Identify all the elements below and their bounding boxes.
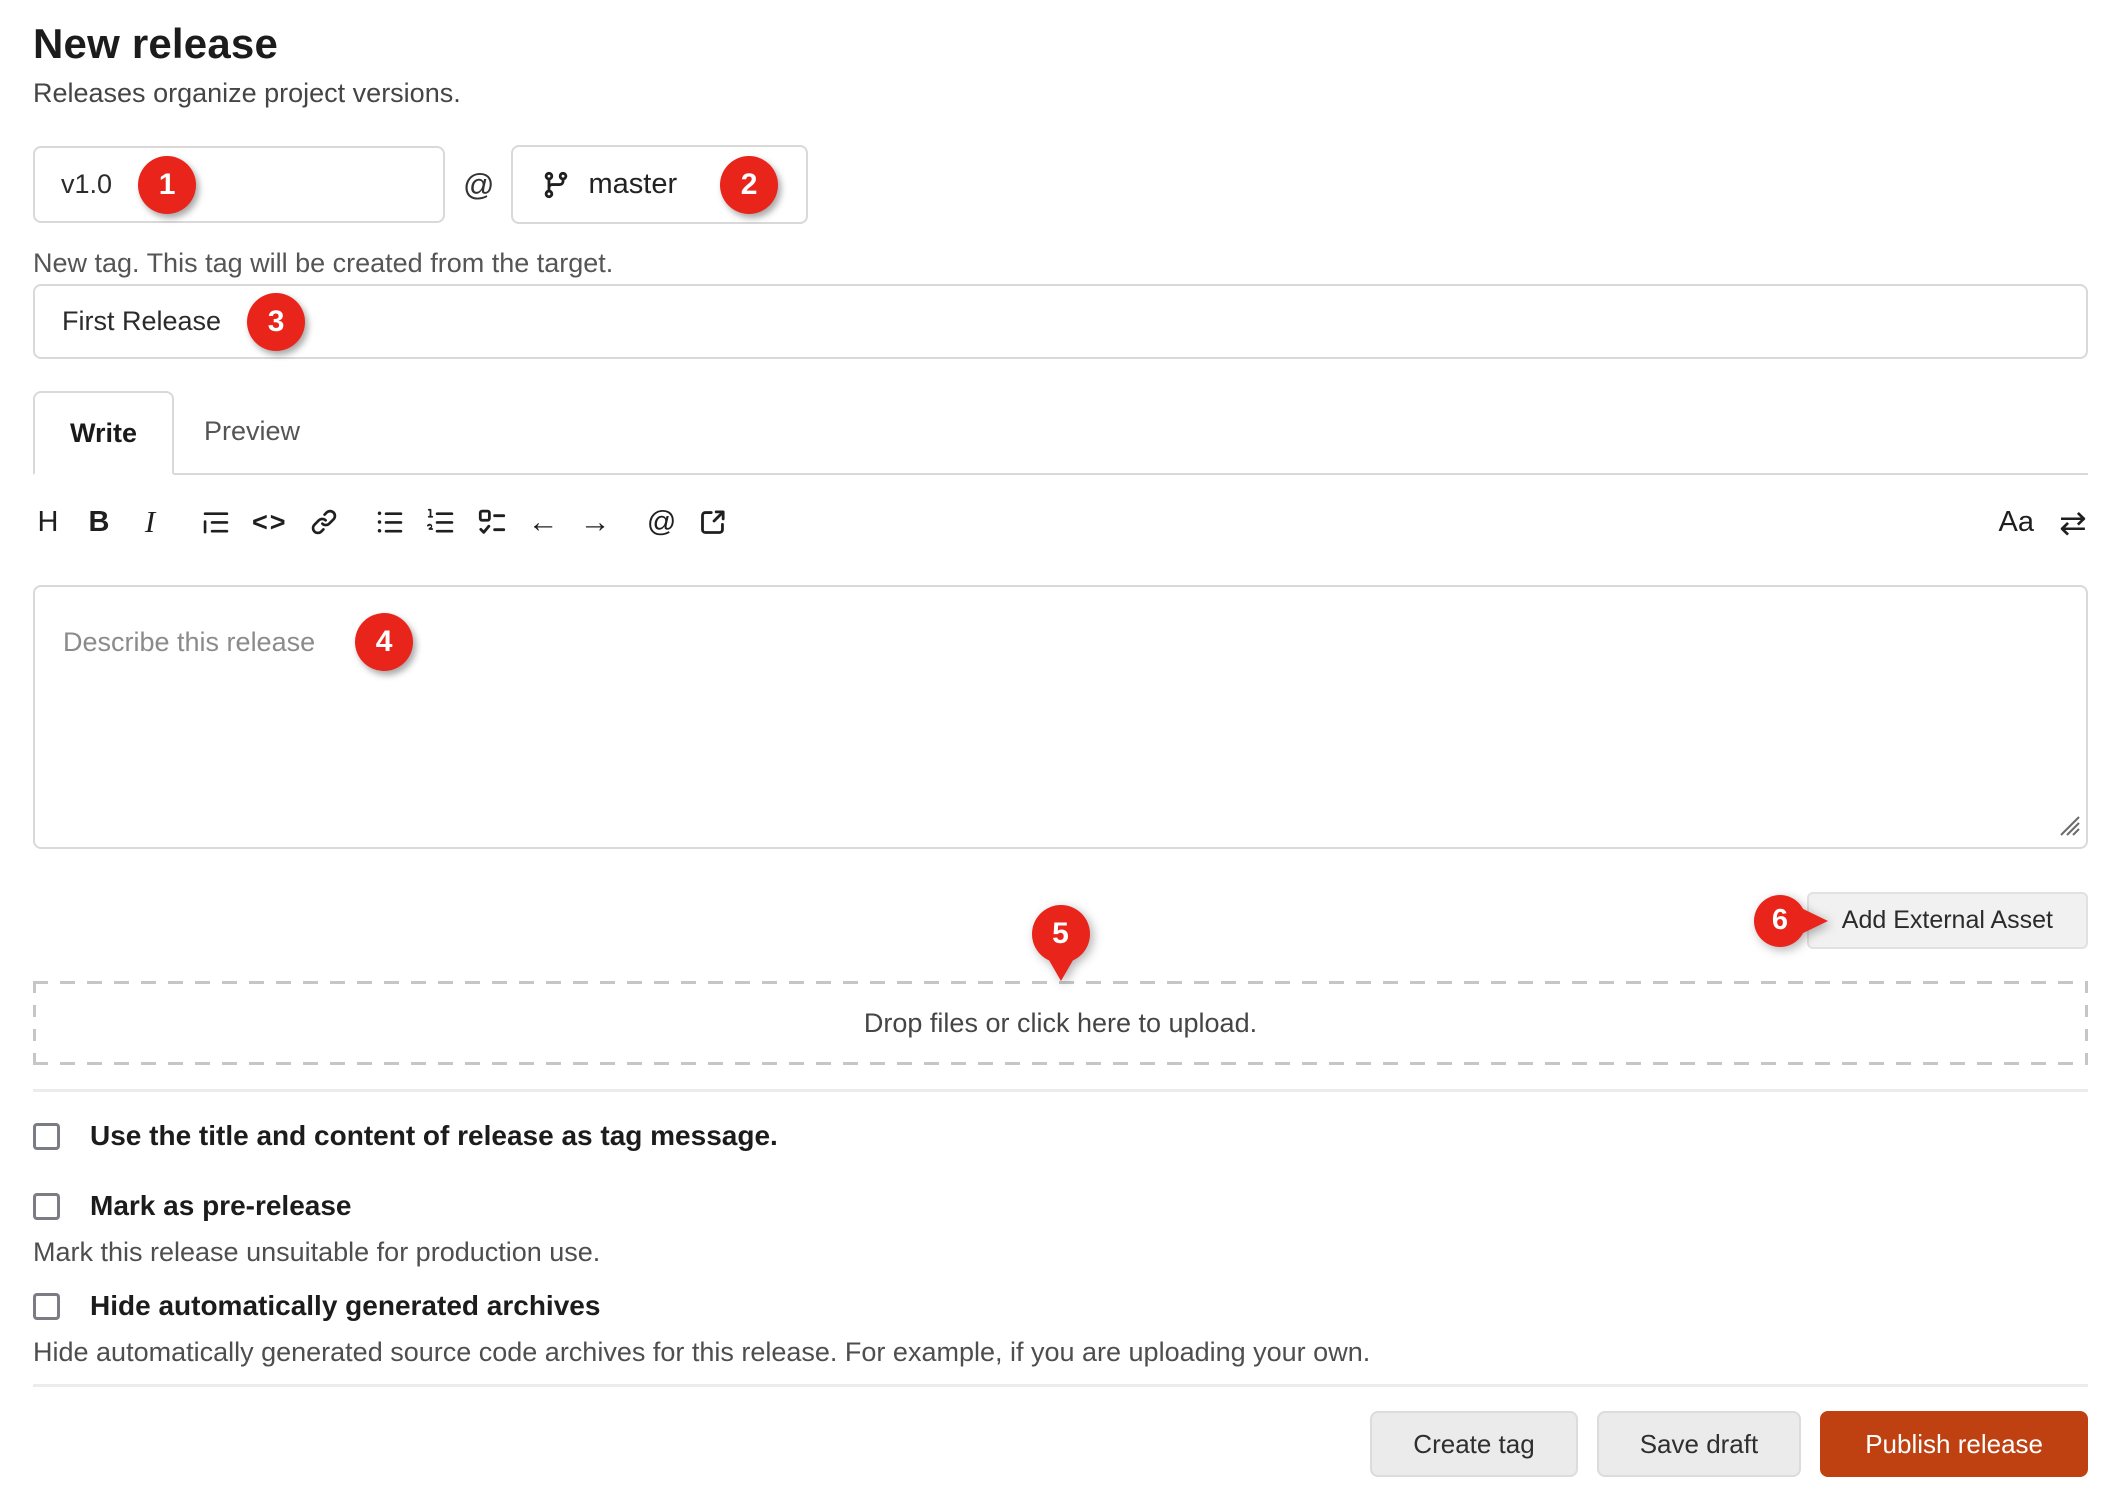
annotation-marker-1: 1 (138, 156, 196, 214)
annotation-marker-2: 2 (720, 156, 778, 214)
new-release-page: New release Releases organize project ve… (0, 0, 2122, 1477)
annotation-marker-5: 5 (1032, 905, 1090, 963)
unordered-list-icon[interactable] (375, 504, 405, 540)
annotation-marker-3: 3 (247, 293, 305, 351)
link-icon[interactable] (309, 504, 339, 540)
option-hide-archives: Hide automatically generated archives (33, 1290, 2088, 1322)
footer-divider (33, 1384, 2088, 1387)
textarea-resize-handle[interactable] (2053, 809, 2081, 842)
ordered-list-icon[interactable] (426, 504, 456, 540)
hide-archives-description: Hide automatically generated source code… (33, 1337, 2088, 1368)
annotation-marker-6: 6 (1754, 895, 1806, 947)
redo-icon[interactable]: → (580, 504, 611, 540)
tag-name-value: v1.0 (61, 169, 112, 200)
tab-write[interactable]: Write (33, 391, 174, 475)
release-title-value: First Release (62, 306, 221, 337)
quote-icon[interactable] (201, 504, 231, 540)
section-divider (33, 1089, 2088, 1092)
tag-helper-text: New tag. This tag will be created from t… (33, 248, 2088, 279)
target-branch-label: master (588, 168, 677, 201)
description-placeholder: Describe this release (63, 613, 315, 671)
add-external-asset-button[interactable]: Add External Asset (1807, 892, 2088, 949)
monospace-toggle-icon[interactable]: Aa (1999, 504, 2034, 540)
dropzone-text: Drop files or click here to upload. (864, 1008, 1257, 1039)
code-icon[interactable]: <> (252, 504, 288, 540)
prerelease-description: Mark this release unsuitable for product… (33, 1237, 2088, 1268)
tag-message-label[interactable]: Use the title and content of release as … (90, 1120, 778, 1152)
markdown-toolbar: H B I <> ← → @ (33, 497, 2088, 547)
editor-tab-bar: Write Preview (33, 389, 2088, 475)
hide-archives-checkbox[interactable] (33, 1293, 60, 1320)
tag-name-input[interactable]: v1.0 1 (33, 146, 445, 223)
release-title-input[interactable]: First Release 3 (33, 284, 2088, 359)
hide-archives-label[interactable]: Hide automatically generated archives (90, 1290, 600, 1322)
editor-switch-icon[interactable]: ⇄ (2058, 504, 2088, 540)
release-description-textarea[interactable]: Describe this release 4 (33, 585, 2088, 849)
italic-icon[interactable]: I (135, 504, 165, 540)
option-prerelease: Mark as pre-release (33, 1190, 2088, 1222)
at-separator: @ (463, 167, 494, 203)
mention-icon[interactable]: @ (647, 504, 677, 540)
undo-icon[interactable]: ← (528, 504, 559, 540)
publish-release-button[interactable]: Publish release (1820, 1411, 2088, 1477)
page-subtitle: Releases organize project versions. (33, 78, 2088, 109)
bold-icon[interactable]: B (84, 504, 114, 540)
create-tag-button[interactable]: Create tag (1370, 1411, 1577, 1477)
tag-message-checkbox[interactable] (33, 1123, 60, 1150)
option-tag-message: Use the title and content of release as … (33, 1120, 2088, 1152)
prerelease-checkbox[interactable] (33, 1193, 60, 1220)
footer-actions: Create tag Save draft Publish release (33, 1411, 2088, 1477)
save-draft-button[interactable]: Save draft (1597, 1411, 1802, 1477)
toolbar-right-group: Aa ⇄ (1999, 504, 2088, 540)
reference-icon[interactable] (698, 504, 728, 540)
attachments-section: 6 Add External Asset 5 Drop files or cli… (33, 892, 2088, 1065)
annotation-marker-4: 4 (355, 613, 413, 671)
tab-preview[interactable]: Preview (174, 389, 330, 473)
tag-target-row: v1.0 1 @ master 2 (33, 145, 2088, 224)
heading-icon[interactable]: H (33, 504, 63, 540)
file-dropzone[interactable]: Drop files or click here to upload. (33, 981, 2088, 1065)
page-title: New release (33, 20, 2088, 68)
target-branch-dropdown[interactable]: master 2 (511, 145, 808, 224)
prerelease-label[interactable]: Mark as pre-release (90, 1190, 352, 1222)
git-branch-icon (541, 170, 571, 200)
task-list-icon[interactable] (477, 504, 507, 540)
